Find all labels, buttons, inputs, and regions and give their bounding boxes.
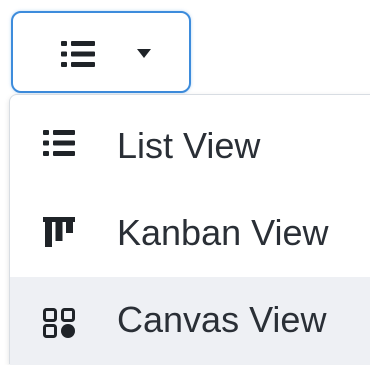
menu-item-canvas-view[interactable]: Canvas View: [10, 277, 370, 365]
menu-item-list-view[interactable]: List View: [10, 101, 370, 189]
kanban-icon: [43, 217, 75, 247]
list-icon: [61, 41, 95, 67]
view-dropdown-menu: List View Kanban View Canvas View: [9, 94, 370, 365]
list-icon: [43, 130, 75, 156]
menu-item-label: Kanban View: [117, 212, 329, 253]
caret-down-icon: [137, 49, 151, 58]
canvas-grid-icon: [43, 308, 75, 338]
view-toggle-button[interactable]: [11, 11, 191, 93]
menu-item-label: Canvas View: [117, 299, 327, 340]
menu-item-kanban-view[interactable]: Kanban View: [10, 189, 370, 277]
menu-item-label: List View: [117, 125, 261, 166]
